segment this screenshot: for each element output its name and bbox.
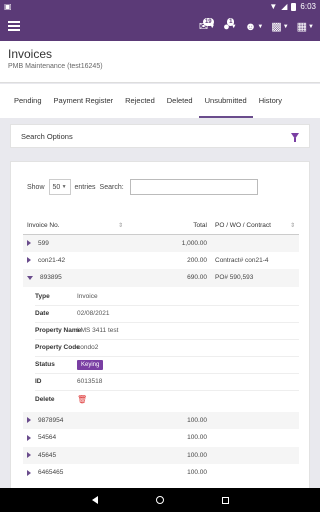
expand-icon[interactable] <box>27 434 31 441</box>
column-header-total[interactable]: Total <box>127 217 211 235</box>
tab-history[interactable]: History <box>253 84 288 118</box>
show-label: Show <box>27 183 45 191</box>
table-row[interactable]: con21-42 200.00 Contract# con21-4 <box>23 252 299 270</box>
translate-icon: ▩ <box>271 20 282 33</box>
expand-icon[interactable] <box>27 257 31 264</box>
table-row[interactable]: 599 1,000.00 <box>23 234 299 252</box>
table-row[interactable]: 45645 100.00 <box>23 446 299 464</box>
home-icon[interactable] <box>155 496 164 504</box>
detail-id-value: 6013518 <box>77 378 103 385</box>
trash-icon[interactable]: 🗑 <box>77 395 87 404</box>
gallery-icon: ▣ <box>4 2 12 11</box>
user-icon: ☻ <box>244 20 257 33</box>
language-menu[interactable]: ▩ ▼ <box>271 20 289 33</box>
user-menu[interactable]: ☻ ▼ <box>244 20 264 33</box>
notifications-menu[interactable]: ● 1 ▼ <box>223 17 237 33</box>
invoice-tabs: Pending Payment Register Rejected Delete… <box>0 84 320 118</box>
android-nav-bar <box>0 488 320 512</box>
column-header-contract[interactable]: PO / WO / Contract ⇕ <box>211 217 299 235</box>
detail-date-label: Date <box>35 310 50 317</box>
status-time: 6:03 <box>300 2 316 11</box>
tab-unsubmitted[interactable]: Unsubmitted <box>198 84 253 118</box>
collapse-icon[interactable] <box>27 275 33 280</box>
detail-id-label: ID <box>35 378 42 385</box>
tab-payment-register[interactable]: Payment Register <box>48 84 120 118</box>
tab-rejected[interactable]: Rejected <box>119 84 161 118</box>
chevron-down-icon: ▼ <box>308 24 314 30</box>
search-options-label: Search Options <box>21 131 73 141</box>
app-bar: ✉ 19 ▼ ● 1 ▼ ☻ ▼ ▩ ▼ ▦ ▼ <box>0 13 320 41</box>
signal-icon: ◢ <box>281 2 288 11</box>
sort-icon: ⇕ <box>289 222 295 229</box>
battery-icon <box>291 2 297 11</box>
detail-property-name-value: LMS 3411 test <box>77 327 119 334</box>
chevron-down-icon: ▼ <box>257 24 264 30</box>
table-row[interactable]: 6465465 100.00 <box>23 464 299 482</box>
table-row[interactable]: 54564 100.00 <box>23 429 299 447</box>
detail-property-code-label: Property Code <box>35 344 80 351</box>
search-label: Search: <box>99 183 124 191</box>
chevron-down-icon: ▼ <box>61 184 67 190</box>
sort-icon: ⇕ <box>117 222 123 229</box>
messages-menu[interactable]: ✉ 19 ▼ <box>199 17 215 33</box>
search-options-bar[interactable]: Search Options <box>10 124 310 148</box>
column-header-invoice[interactable]: Invoice No. ⇕ <box>23 217 127 235</box>
page-title: Invoices <box>8 47 53 61</box>
menu-icon[interactable] <box>8 21 20 31</box>
detail-delete-label: Delete <box>35 395 55 403</box>
tab-pending[interactable]: Pending <box>8 84 48 118</box>
page-subtitle: PMB Maintenance (test16245) <box>8 63 103 70</box>
filter-icon[interactable] <box>291 133 299 142</box>
expand-icon[interactable] <box>27 452 31 459</box>
detail-date-value: 02/08/2021 <box>77 310 110 317</box>
tab-deleted[interactable]: Deleted <box>161 84 199 118</box>
table-controls: Show 50 ▼ entries Search: <box>27 179 258 195</box>
detail-property-name-label: Property Name <box>35 327 82 334</box>
detail-type-value: Invoice <box>77 293 98 300</box>
page-size-select[interactable]: 50 ▼ <box>48 179 71 195</box>
wifi-icon: ▼ <box>269 2 278 11</box>
page-header: Invoices PMB Maintenance (test16245) <box>0 41 320 83</box>
back-icon[interactable] <box>91 496 98 504</box>
detail-type-label: Type <box>35 293 50 300</box>
status-badge: Keying <box>77 359 104 370</box>
expand-icon[interactable] <box>27 239 31 246</box>
recent-apps-icon[interactable] <box>221 496 229 504</box>
entries-label: entries <box>74 183 96 191</box>
row-details: Type Invoice Date 02/08/2021 Property Name… <box>23 287 299 412</box>
table-row-expanded[interactable]: 893895 690.00 PO# 590,593 <box>23 269 299 287</box>
invoice-table: Invoice No. ⇕ Total PO / WO / Contract ⇕ 5… <box>23 217 299 482</box>
detail-status-label: Status <box>35 361 55 368</box>
status-bar: ▣ ▼ ◢ 6:03 <box>0 0 320 13</box>
table-row[interactable]: 9878954 100.00 <box>23 411 299 429</box>
detail-property-code-value: condo2 <box>77 344 99 351</box>
expand-icon[interactable] <box>27 417 31 424</box>
chevron-down-icon: ▼ <box>282 24 289 30</box>
mail-badge: 19 <box>202 17 214 26</box>
table-search-input[interactable] <box>129 179 258 195</box>
page-size-value: 50 <box>52 183 61 191</box>
building-icon: ▦ <box>296 20 308 33</box>
invoice-table-card: Show 50 ▼ entries Search: Invoice No. ⇕ T… <box>10 161 310 491</box>
expand-icon[interactable] <box>27 469 31 476</box>
company-menu[interactable]: ▦ ▼ <box>296 20 314 33</box>
globe-badge: 1 <box>227 17 235 26</box>
